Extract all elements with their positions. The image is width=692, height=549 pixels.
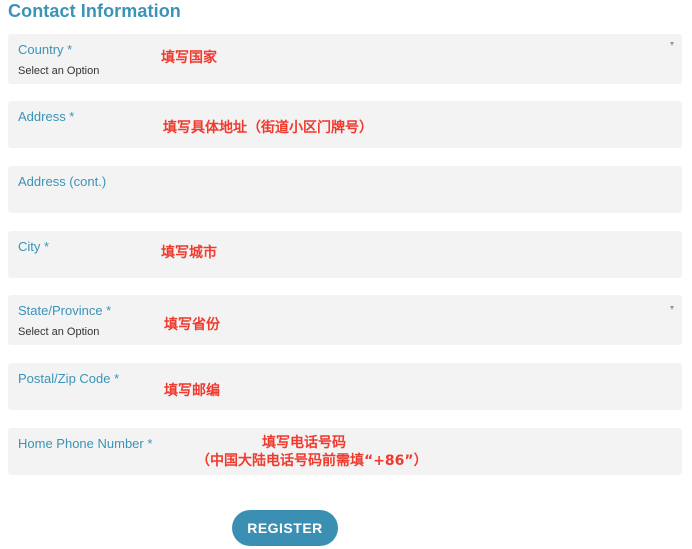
chevron-down-icon <box>670 42 674 46</box>
city-note: 填写城市 <box>161 245 217 261</box>
country-label: Country * <box>18 42 73 57</box>
state-select[interactable]: State/Province * Select an Option <box>8 295 682 345</box>
state-note: 填写省份 <box>164 317 220 333</box>
home-phone-label: Home Phone Number * <box>18 436 153 451</box>
home-phone-note-line1: 填写电话号码 <box>262 435 346 451</box>
home-phone-note-line2: （中国大陆电话号码前需填“+86”） <box>196 453 428 469</box>
country-note: 填写国家 <box>161 50 217 66</box>
address-note: 填写具体地址（街道小区门牌号） <box>163 120 373 136</box>
contact-information-form: Contact Information Country * Select an … <box>0 0 692 549</box>
postal-code-field[interactable]: Postal/Zip Code * <box>8 363 682 410</box>
register-button[interactable]: REGISTER <box>232 510 338 546</box>
city-label: City * <box>18 239 50 254</box>
section-title: Contact Information <box>8 1 181 21</box>
address-cont-field[interactable]: Address (cont.) <box>8 166 682 213</box>
state-label: State/Province * <box>18 303 112 318</box>
postal-code-label: Postal/Zip Code * <box>18 371 120 386</box>
postal-code-note: 填写邮编 <box>164 383 220 399</box>
address-label: Address * <box>18 109 75 124</box>
address-cont-label: Address (cont.) <box>18 174 107 189</box>
country-value: Select an Option <box>18 65 100 77</box>
chevron-down-icon <box>670 306 674 310</box>
city-field[interactable]: City * <box>8 231 682 278</box>
country-select[interactable]: Country * Select an Option <box>8 34 682 84</box>
state-value: Select an Option <box>18 326 100 338</box>
